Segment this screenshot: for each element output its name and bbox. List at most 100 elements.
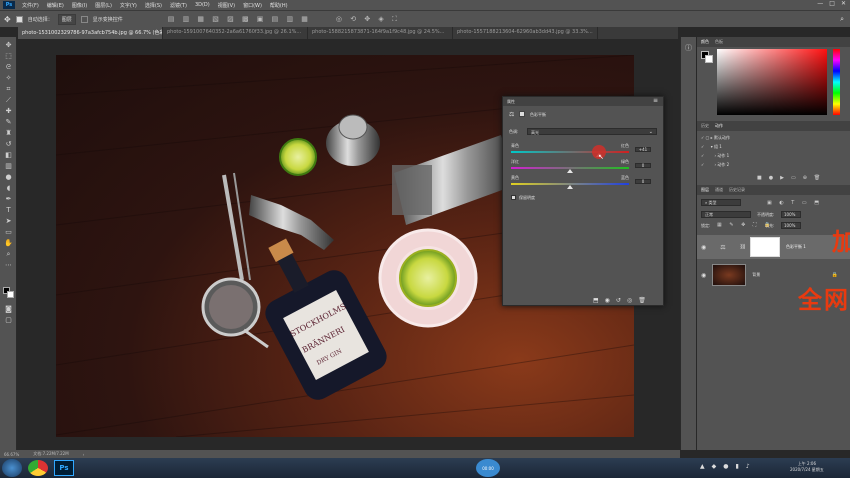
layer-name[interactable]: 色彩平衡 1	[786, 244, 806, 250]
healing-brush-icon[interactable]: ✚	[4, 107, 13, 115]
properties-panel[interactable]: 属性 ≡ ⚖ 色彩平衡 色调: 高光 ⌄ 青色 红色 +41 ↖ 洋红 绿色 0…	[502, 96, 664, 306]
slider-yellow-blue-thumb[interactable]	[567, 185, 573, 189]
play-icon[interactable]: ▶	[780, 175, 784, 181]
lasso-tool-icon[interactable]: ᘓ	[4, 63, 13, 71]
list-item[interactable]: ✓ › 动作 1	[701, 153, 729, 159]
photoshop-taskbar-icon[interactable]: Ps	[54, 460, 74, 476]
layer-mask-thumbnail[interactable]	[750, 237, 780, 257]
visibility-icon[interactable]: ◎	[627, 297, 632, 304]
menu-layer[interactable]: 图层(L)	[91, 2, 116, 9]
tab-document-1[interactable]: photo-1531002329786-97a3afcb754b.jpg @ 6…	[18, 27, 163, 39]
tab-document-2[interactable]: photo-1591007640352-2a6a61760f33.jpg @ 2…	[163, 27, 308, 39]
screen-mode-icon[interactable]: ▢	[4, 316, 13, 324]
magic-wand-icon[interactable]: ✧	[4, 74, 13, 82]
quick-mask-icon[interactable]: ◙	[4, 305, 13, 313]
clip-to-layer-icon[interactable]: ⬒	[593, 297, 599, 304]
preserve-luminosity-checkbox[interactable]	[511, 195, 516, 200]
pen-tool-icon[interactable]: ✒	[4, 195, 13, 203]
maximize-button[interactable]: □	[829, 0, 835, 7]
blur-tool-icon[interactable]: ●	[4, 173, 13, 181]
hue-slider[interactable]	[833, 49, 840, 115]
gradient-tool-icon[interactable]: ▥	[4, 162, 13, 170]
layer-filter-icons[interactable]: ▣ ◐ T ▭ ⬒	[767, 200, 822, 206]
chain-icon[interactable]: ⛓	[740, 244, 746, 250]
opacity-input[interactable]: 100%	[781, 211, 801, 218]
menu-type[interactable]: 文字(Y)	[116, 2, 141, 9]
status-arrow-icon[interactable]: ›	[83, 452, 85, 457]
slider-cyan-red-value[interactable]: +41	[635, 147, 651, 152]
marquee-tool-icon[interactable]: ⬚	[4, 52, 13, 60]
zoom-tool-icon[interactable]: ⌕	[4, 250, 13, 258]
eye-icon[interactable]: ◉	[701, 244, 706, 251]
align-icons[interactable]: ▤ ▥ ▦ ▧ ▨ ▩ ▣ ▤ ▥ ▦	[168, 15, 311, 23]
tab-document-4[interactable]: photo-1557188213604-62960ab3dd43.jpg @ 3…	[453, 27, 598, 39]
clone-stamp-icon[interactable]: ♜	[4, 129, 13, 137]
menu-edit[interactable]: 编辑(E)	[43, 2, 68, 9]
slider-magenta-green-value[interactable]: 0	[635, 163, 651, 168]
network-icon[interactable]: ▮	[736, 463, 739, 470]
menu-window[interactable]: 窗口(W)	[239, 2, 266, 9]
tab-history[interactable]: 历史	[701, 123, 709, 129]
menu-view[interactable]: 视图(V)	[214, 2, 239, 9]
search-icon[interactable]: ⌕	[840, 15, 844, 24]
mask-icon[interactable]	[519, 111, 525, 117]
more-tools-icon[interactable]: ⋯	[4, 261, 13, 269]
auto-select-checkbox[interactable]	[15, 15, 23, 23]
hand-tool-icon[interactable]: ✋	[4, 239, 13, 247]
menu-help[interactable]: 帮助(H)	[266, 2, 292, 9]
history-brush-icon[interactable]: ↺	[4, 140, 13, 148]
eye-icon[interactable]: ◉	[701, 272, 706, 279]
delete-action-icon[interactable]: 🗑	[814, 175, 820, 181]
tray-icon[interactable]: ▲	[700, 463, 705, 470]
background-color-swatch[interactable]	[7, 291, 14, 298]
recorder-badge[interactable]: 00:00	[476, 459, 500, 477]
tab-actions[interactable]: 动作	[715, 123, 723, 129]
trash-icon[interactable]: 🗑	[638, 297, 646, 304]
layer-thumbnail[interactable]	[712, 264, 747, 286]
tab-history-log[interactable]: 历史记录	[729, 187, 745, 193]
panel-menu-icon[interactable]: ≡	[653, 97, 658, 104]
tab-channels[interactable]: 通道	[715, 187, 723, 193]
shape-tool-icon[interactable]: ▭	[4, 228, 13, 236]
crop-tool-icon[interactable]: ⌗	[4, 85, 13, 93]
view-previous-icon[interactable]: ◉	[605, 297, 610, 304]
record-icon[interactable]: ●	[769, 175, 773, 181]
new-set-icon[interactable]: ▭	[791, 175, 796, 181]
fill-input[interactable]: 100%	[781, 222, 801, 229]
list-item[interactable]: ✓ ▾ 组 1	[701, 144, 722, 150]
move-tool-icon[interactable]: ✥	[4, 41, 13, 49]
clock[interactable]: 上午 2:06 2020/7/24 星期五	[790, 461, 824, 473]
layer-name[interactable]: 背景	[752, 272, 760, 278]
brush-tool-icon[interactable]: ✎	[4, 118, 13, 126]
chrome-taskbar-icon[interactable]	[28, 460, 48, 476]
info-icon[interactable]: ⓘ	[685, 43, 692, 53]
move-tool-icon[interactable]: ✥	[4, 15, 11, 24]
path-select-icon[interactable]: ➤	[4, 217, 13, 225]
3d-mode-icons[interactable]: ◎ ⟲ ✥ ◈ ⛶	[336, 15, 400, 24]
show-transform-checkbox[interactable]	[80, 15, 88, 23]
list-item[interactable]: ✓ › 动作 2	[701, 162, 729, 168]
blend-mode-dropdown[interactable]: 正常	[701, 211, 751, 218]
slider-magenta-green-thumb[interactable]	[567, 169, 573, 173]
tray-icon[interactable]: ◆	[712, 463, 717, 470]
layer-row-color-balance[interactable]: ◉ ⚖ ⛓ 色彩平衡 1	[697, 235, 850, 259]
color-picker-field[interactable]	[717, 49, 827, 115]
type-tool-icon[interactable]: T	[4, 206, 13, 214]
stop-icon[interactable]: ■	[757, 175, 762, 181]
tab-swatches[interactable]: 色板	[715, 39, 723, 45]
menu-image[interactable]: 图像(I)	[68, 2, 91, 9]
start-button[interactable]	[2, 459, 22, 477]
reset-icon[interactable]: ↺	[616, 297, 621, 304]
layer-filter-dropdown[interactable]: ⌕ 类型	[701, 199, 741, 206]
bg-color-chip[interactable]	[705, 55, 713, 63]
slider-cyan-red-track[interactable]	[511, 151, 629, 153]
new-action-icon[interactable]: ⊕	[803, 175, 807, 181]
close-button[interactable]: ✕	[841, 0, 846, 7]
eraser-tool-icon[interactable]: ◧	[4, 151, 13, 159]
list-item[interactable]: ✓ ▢ ▸ 默认动作	[701, 135, 730, 141]
menu-select[interactable]: 选择(S)	[141, 2, 166, 9]
menu-3d[interactable]: 3D(D)	[191, 2, 214, 8]
eyedropper-icon[interactable]: ⟋	[4, 96, 13, 104]
volume-icon[interactable]: ♪	[746, 463, 750, 470]
minimize-button[interactable]: —	[817, 0, 823, 7]
